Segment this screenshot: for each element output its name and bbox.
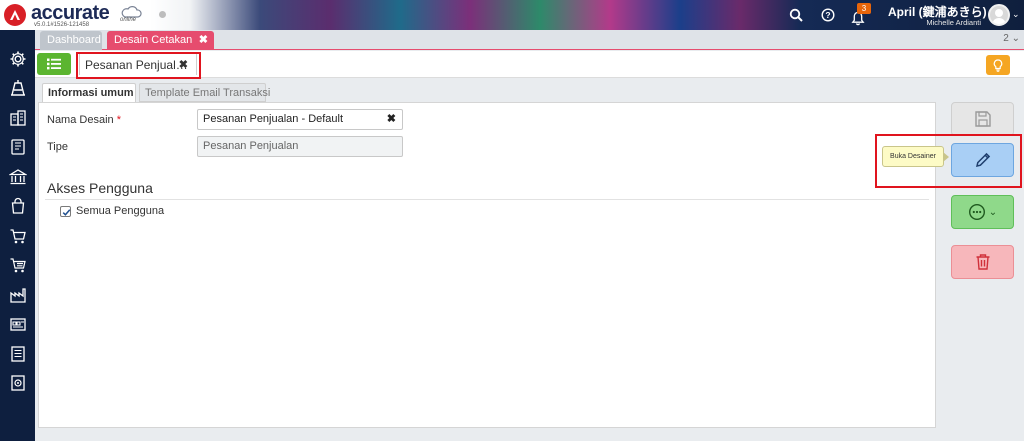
app-version: v5.0.1#1526-121458 bbox=[34, 22, 90, 28]
tips-button[interactable] bbox=[986, 55, 1010, 75]
tab-desain-cetakan-label: Desain Cetakan bbox=[114, 34, 193, 46]
nama-desain-input[interactable]: Pesanan Penjualan - Default ✖ bbox=[197, 109, 403, 130]
tab-informasi-umum[interactable]: Informasi umum bbox=[42, 83, 136, 103]
sidebar bbox=[0, 30, 35, 441]
trash-icon bbox=[976, 254, 989, 270]
avatar[interactable] bbox=[988, 4, 1010, 26]
tooltip-buka-desainer: Buka Desainer bbox=[882, 146, 949, 167]
checkmark-icon bbox=[62, 209, 71, 216]
tipe-label: Tipe bbox=[47, 141, 68, 153]
report-icon[interactable] bbox=[8, 344, 28, 364]
tipe-value: Pesanan Penjualan bbox=[203, 140, 299, 152]
lightbulb-icon bbox=[993, 58, 1003, 72]
ledger-icon[interactable] bbox=[8, 137, 28, 157]
clear-icon[interactable]: ✖ bbox=[387, 110, 396, 129]
tipe-field: Pesanan Penjualan bbox=[197, 136, 403, 157]
cart-list-icon[interactable] bbox=[8, 255, 28, 275]
list-icon bbox=[47, 58, 61, 70]
notification-badge: 3 bbox=[857, 3, 871, 14]
more-actions-button[interactable]: ⌄ bbox=[951, 195, 1014, 229]
tab-dashboard[interactable]: Dashboard bbox=[40, 31, 102, 50]
tab-count-dropdown[interactable]: 2 ⌄ bbox=[1003, 33, 1020, 44]
chevron-down-icon: ⌄ bbox=[988, 206, 998, 218]
form-panel: Nama Desain * Pesanan Penjualan - Defaul… bbox=[38, 102, 936, 428]
bank-sketch-icon[interactable] bbox=[8, 78, 28, 98]
logo-sub: online bbox=[120, 17, 137, 23]
save-button[interactable] bbox=[951, 102, 1014, 136]
buildings-icon[interactable] bbox=[8, 108, 28, 128]
top-bar: accurate online v5.0.1#1526-121458 ? 3 A… bbox=[0, 0, 1024, 30]
document-gear-icon[interactable] bbox=[8, 373, 28, 393]
close-icon[interactable]: ✖ bbox=[199, 31, 208, 50]
semua-pengguna-label[interactable]: Semua Pengguna bbox=[76, 205, 164, 217]
more-icon bbox=[968, 203, 985, 221]
chevron-down-icon[interactable]: ⌄ bbox=[1012, 9, 1020, 20]
logo-mark-icon bbox=[4, 4, 26, 26]
search-icon[interactable] bbox=[787, 6, 805, 24]
tab-template-email[interactable]: Template Email Transaksi bbox=[139, 83, 270, 102]
tab-desain-cetakan[interactable]: Desain Cetakan ✖ bbox=[107, 31, 214, 50]
nama-desain-label-text: Nama Desain bbox=[47, 114, 114, 126]
save-icon bbox=[974, 111, 991, 127]
warehouse-icon[interactable] bbox=[8, 314, 28, 334]
nama-desain-value: Pesanan Penjualan - Default bbox=[203, 113, 344, 125]
user-subtitle: Michelle Ardianti bbox=[926, 18, 981, 27]
help-icon[interactable]: ? bbox=[819, 6, 837, 24]
bank-icon[interactable] bbox=[8, 167, 28, 187]
tab-dashboard-label: Dashboard bbox=[47, 34, 101, 46]
app-logo[interactable]: accurate online v5.0.1#1526-121458 bbox=[4, 2, 154, 28]
factory-icon[interactable] bbox=[8, 285, 28, 305]
svg-text:?: ? bbox=[825, 10, 830, 20]
semua-pengguna-checkbox[interactable] bbox=[60, 206, 71, 217]
cart-icon[interactable] bbox=[8, 226, 28, 246]
section-title-akses-pengguna: Akses Pengguna bbox=[47, 180, 153, 196]
main-tab-bar: Dashboard Desain Cetakan ✖ 2 ⌄ bbox=[35, 30, 1024, 50]
section-divider bbox=[45, 199, 929, 200]
list-button[interactable] bbox=[37, 53, 71, 75]
gear-icon[interactable] bbox=[8, 49, 28, 69]
delete-button[interactable] bbox=[951, 245, 1014, 279]
highlight-box-document-tab bbox=[76, 52, 201, 79]
nama-desain-label: Nama Desain * bbox=[47, 114, 121, 126]
bag-icon[interactable] bbox=[8, 196, 28, 216]
required-mark: * bbox=[116, 114, 121, 126]
status-dot-icon bbox=[159, 11, 166, 18]
